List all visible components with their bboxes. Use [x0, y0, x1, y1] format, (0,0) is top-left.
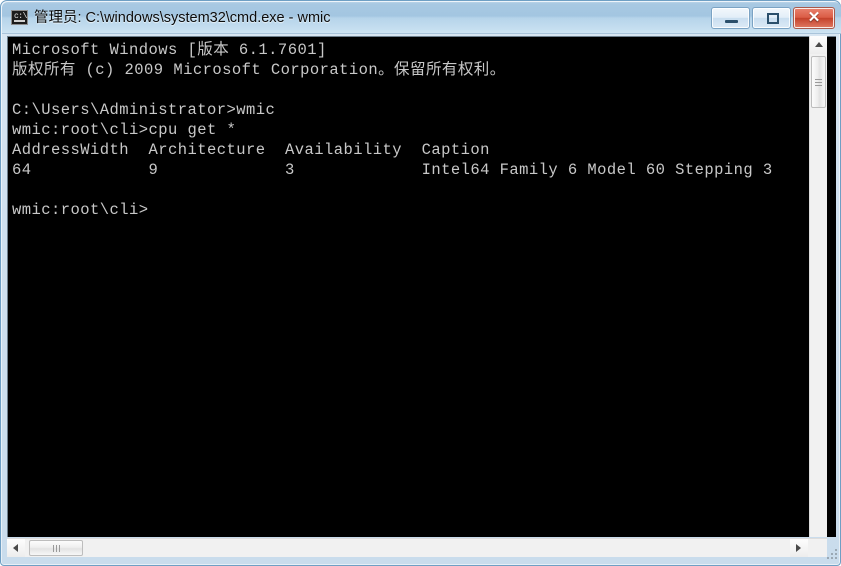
console-client-area: Microsoft Windows [版本 6.1.7601] 版权所有 (c)…: [7, 36, 836, 537]
minimize-button[interactable]: [711, 7, 750, 29]
minimize-icon: [725, 20, 738, 23]
console-prompt: wmic:root\cli>: [12, 201, 149, 219]
grip-line: [815, 85, 822, 86]
grip-line: [815, 82, 822, 83]
console-window: c:\ 管理员: C:\windows\system32\cmd.exe - w…: [0, 0, 841, 566]
horizontal-scroll-thumb[interactable]: [29, 540, 83, 556]
grip-line: [59, 545, 60, 552]
scroll-up-arrow-icon: [815, 42, 823, 47]
console-line: Microsoft Windows [版本 6.1.7601]: [12, 41, 327, 59]
cmd-icon-bar: [14, 20, 25, 22]
vertical-scrollbar[interactable]: [809, 36, 827, 537]
horizontal-scrollbar[interactable]: [7, 538, 827, 557]
console-table-header: AddressWidth Architecture Availability C…: [12, 141, 490, 159]
cmd-console-icon: c:\: [11, 10, 28, 25]
console-line: wmic:root\cli>cpu get *: [12, 121, 237, 139]
console-output[interactable]: Microsoft Windows [版本 6.1.7601] 版权所有 (c)…: [8, 37, 811, 537]
scroll-right-button[interactable]: [790, 539, 808, 557]
maximize-button[interactable]: [752, 7, 791, 29]
console-line: 版权所有 (c) 2009 Microsoft Corporation。保留所有…: [12, 61, 506, 79]
grip-line: [56, 545, 57, 552]
window-title: 管理员: C:\windows\system32\cmd.exe - wmic: [34, 10, 331, 26]
resize-grip[interactable]: [825, 547, 839, 561]
grip-line: [53, 545, 54, 552]
close-icon: ✕: [807, 9, 821, 26]
console-table-row: 64 9 3 Intel64 Family 6 Model 60 Steppin…: [12, 161, 773, 179]
grip-line: [815, 79, 822, 80]
close-button[interactable]: ✕: [793, 7, 835, 29]
vertical-scroll-thumb[interactable]: [811, 56, 826, 108]
scroll-right-arrow-icon: [796, 544, 801, 552]
scroll-left-button[interactable]: [7, 539, 25, 557]
scroll-up-button[interactable]: [810, 36, 827, 54]
scroll-left-arrow-icon: [13, 544, 18, 552]
title-bar[interactable]: c:\ 管理员: C:\windows\system32\cmd.exe - w…: [2, 2, 841, 34]
maximize-icon: [767, 13, 779, 24]
console-line: C:\Users\Administrator>wmic: [12, 101, 276, 119]
